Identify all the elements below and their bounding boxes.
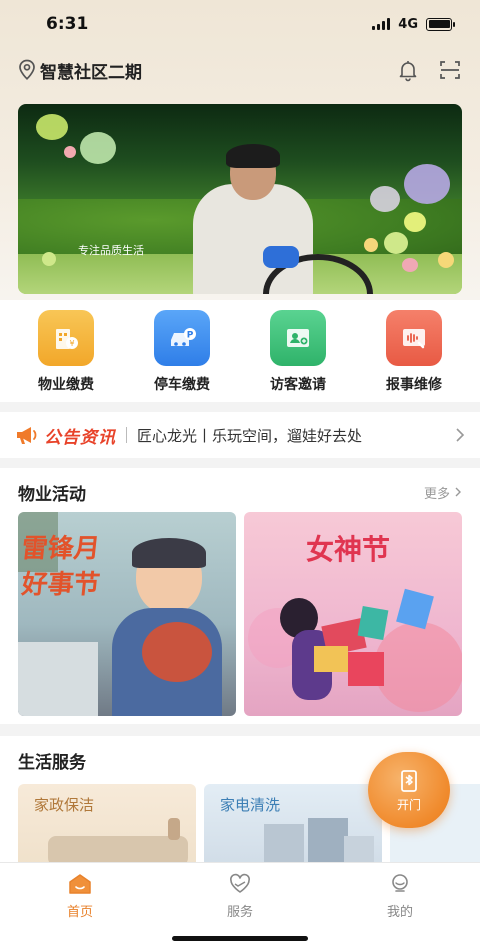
illustration-child-head xyxy=(142,622,212,682)
activity-more-link[interactable]: 更多 xyxy=(424,483,462,502)
property-fee-icon: ¥ xyxy=(38,310,94,366)
open-door-button[interactable]: 开门 xyxy=(368,752,450,828)
status-indicators: 4G xyxy=(372,16,455,32)
banner-slogan: 专注品质生活 xyxy=(78,244,144,257)
chevron-right-icon xyxy=(456,428,465,442)
top-header: 智慧社区二期 xyxy=(0,52,480,88)
bell-icon[interactable] xyxy=(396,58,420,82)
illustration-appliance xyxy=(308,818,348,862)
illustration-sofa xyxy=(48,836,188,862)
activity-card-goddess[interactable]: 女神节 xyxy=(244,512,462,716)
illustration-appliance xyxy=(344,836,374,862)
banner-glove xyxy=(263,246,299,268)
notice-tag: 公告资讯 xyxy=(44,427,116,448)
quick-actions: ¥ 物业缴费 P 停车缴费 访客邀请 报事维修 xyxy=(0,300,480,402)
banner-bubble xyxy=(384,232,408,254)
activity-title: 物业活动 xyxy=(18,484,86,505)
banner-bubble xyxy=(370,186,400,212)
tab-mine[interactable]: 我的 xyxy=(340,871,460,950)
quick-action-label: 停车缴费 xyxy=(154,377,210,393)
quick-action-label: 物业缴费 xyxy=(38,377,94,393)
network-type: 4G xyxy=(398,16,418,32)
location-pin-icon xyxy=(19,59,35,80)
tab-home[interactable]: 首页 xyxy=(20,871,140,950)
illustration-hair xyxy=(132,538,206,568)
activity-more-label: 更多 xyxy=(423,486,450,502)
header-actions xyxy=(396,58,462,82)
home-indicator xyxy=(172,936,308,941)
tab-label: 首页 xyxy=(66,905,93,920)
illustration-bag xyxy=(357,605,389,641)
activity-section: 物业活动 更多 雷锋月 好事节 女神节 xyxy=(0,468,480,724)
repair-report-icon xyxy=(386,310,442,366)
open-door-label: 开门 xyxy=(396,797,421,812)
illustration-gift xyxy=(314,646,348,672)
tab-label: 服务 xyxy=(226,905,253,920)
illustration-gift xyxy=(348,652,384,686)
status-bar: 6:31 4G xyxy=(0,0,480,48)
service-card-housekeeping[interactable]: 家政保洁 xyxy=(18,784,196,862)
banner-bubble xyxy=(364,238,378,252)
tab-label: 我的 xyxy=(386,905,413,920)
visitor-invite-icon xyxy=(270,310,326,366)
parking-fee-icon: P xyxy=(154,310,210,366)
banner-bubble xyxy=(404,212,426,232)
illustration-circle xyxy=(374,622,462,712)
activity-header: 物业活动 更多 xyxy=(0,468,480,516)
activity-card-leifeng[interactable]: 雷锋月 好事节 xyxy=(18,512,236,716)
service-card-label: 家电清洗 xyxy=(220,796,281,814)
notice-text: 匠心龙光丨乐玩空间，遛娃好去处 xyxy=(137,426,363,445)
banner-bubble xyxy=(402,258,418,272)
quick-action-repair-report[interactable]: 报事维修 xyxy=(359,310,469,402)
illustration-lamp xyxy=(168,818,180,840)
svg-text:¥: ¥ xyxy=(69,339,74,348)
banner-bubble xyxy=(42,252,56,266)
quick-action-property-fee[interactable]: ¥ 物业缴费 xyxy=(11,310,121,402)
profile-icon xyxy=(392,874,408,892)
home-icon xyxy=(69,874,91,894)
community-name[interactable]: 智慧社区二期 xyxy=(40,58,142,83)
heart-hand-icon xyxy=(230,873,250,893)
service-card-appliance-cleaning[interactable]: 家电清洗 xyxy=(204,784,382,862)
activity-cards: 雷锋月 好事节 女神节 xyxy=(18,512,462,716)
bluetooth-door-icon xyxy=(401,769,417,792)
scan-icon[interactable] xyxy=(438,58,462,82)
quick-action-label: 报事维修 xyxy=(386,377,442,393)
banner-bubble xyxy=(64,146,76,158)
banner-bubble xyxy=(404,164,450,204)
signal-icon xyxy=(372,18,391,30)
notice-bar[interactable]: 公告资讯 匠心龙光丨乐玩空间，遛娃好去处 xyxy=(0,412,480,458)
activity-card-title: 女神节 xyxy=(306,533,391,566)
life-title: 生活服务 xyxy=(18,752,86,773)
quick-action-parking-fee[interactable]: P 停车缴费 xyxy=(127,310,237,402)
megaphone-icon xyxy=(17,427,37,444)
quick-action-visitor-invite[interactable]: 访客邀请 xyxy=(243,310,353,402)
illustration-building xyxy=(18,642,98,716)
banner-bubble xyxy=(80,132,116,164)
chevron-right-icon xyxy=(455,487,461,497)
banner-bubble xyxy=(438,252,454,268)
banner-person-hair xyxy=(226,144,280,168)
banner-bubble xyxy=(36,114,68,140)
notice-divider xyxy=(126,427,127,443)
promo-banner[interactable]: 专注品质生活 xyxy=(18,104,462,294)
activity-card-title: 好事节 xyxy=(20,570,102,600)
quick-action-label: 访客邀请 xyxy=(270,377,326,393)
status-time: 6:31 xyxy=(46,14,89,34)
activity-card-title: 雷锋月 xyxy=(20,534,102,564)
battery-icon xyxy=(426,17,455,31)
service-card-label: 家政保洁 xyxy=(34,796,95,814)
illustration-appliance xyxy=(264,824,304,862)
svg-text:P: P xyxy=(187,331,194,341)
